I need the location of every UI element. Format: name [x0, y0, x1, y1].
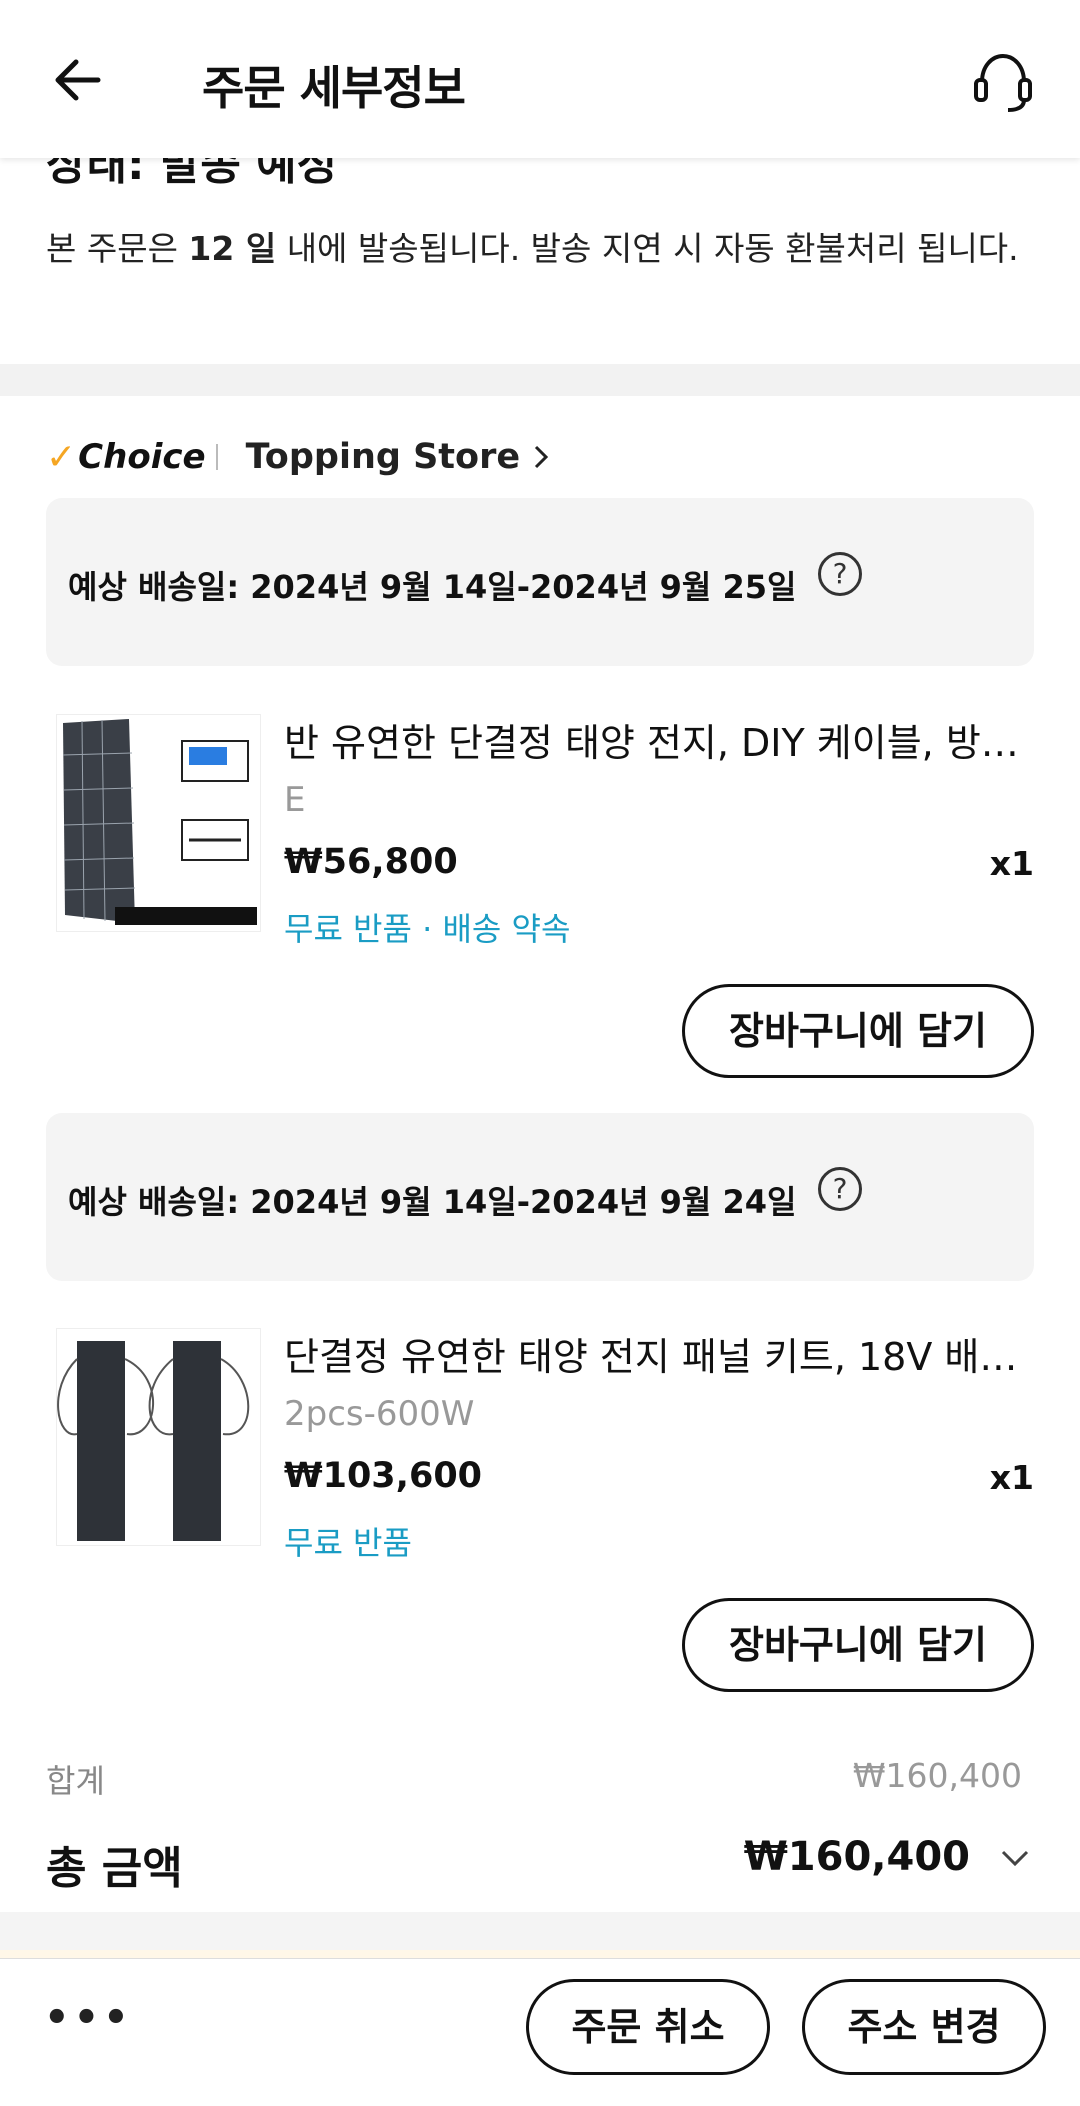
bottom-action-bar: ••• 주문 취소 주소 변경	[0, 1958, 1080, 2106]
chevron-down-icon[interactable]	[998, 1846, 1032, 1870]
shipping-estimate: 예상 배송일: 2024년 9월 14일-2024년 9월 25일	[68, 568, 797, 606]
arrow-left-icon[interactable]	[50, 50, 110, 110]
status-description: 본 주문은 12 일 내에 발송됩니다. 발송 지연 시 자동 환불처리 됩니다…	[46, 218, 1026, 280]
divider	[215, 444, 218, 470]
product-price: ₩56,800	[284, 842, 458, 882]
shipping-estimate: 예상 배송일: 2024년 9월 14일-2024년 9월 24일	[68, 1183, 797, 1221]
change-address-button[interactable]: 주소 변경	[802, 1979, 1046, 2075]
product-benefits: 무료 반품	[284, 1524, 412, 1562]
section-divider	[0, 1912, 1080, 1950]
check-icon: ✓	[46, 436, 77, 478]
product-benefits: 무료 반품 · 배송 약속	[284, 910, 571, 948]
product-title[interactable]: 반 유연한 단결정 태양 전지, DIY 케이블, 방수 커넥터	[284, 712, 1034, 767]
status-section: 상태: 발송 예정	[0, 158, 1080, 188]
product-variant: E	[284, 780, 306, 820]
product-quantity: x1	[989, 1458, 1034, 1497]
shipping-estimate-box: 예상 배송일: 2024년 9월 14일-2024년 9월 24일 ?	[46, 1113, 1034, 1281]
product-image[interactable]	[56, 714, 261, 932]
choice-label: Choice	[78, 437, 206, 477]
status-days: 12 일	[188, 229, 277, 268]
choice-badge: ✓ Choice	[46, 437, 206, 478]
total-value[interactable]: ₩160,400	[744, 1834, 970, 1880]
product-variant: 2pcs-600W	[284, 1394, 475, 1434]
product-title[interactable]: 단결정 유연한 태양 전지 패널 키트, 18V 배터리 충전	[284, 1326, 1034, 1381]
store-row[interactable]: ✓ Choice Topping Store	[46, 432, 552, 482]
status-title: 상태: 발송 예정	[46, 158, 338, 188]
subtotal-label: 합계	[46, 1762, 105, 1800]
total-label: 총 금액	[46, 1843, 183, 1894]
top-app-bar: 주문 세부정보	[0, 0, 1080, 158]
subtotal-value: ₩160,400	[852, 1756, 1022, 1795]
help-icon[interactable]: ?	[818, 1167, 862, 1211]
status-desc-prefix: 본 주문은	[46, 229, 189, 268]
help-icon[interactable]: ?	[818, 552, 862, 596]
shipping-estimate-box: 예상 배송일: 2024년 9월 14일-2024년 9월 25일 ?	[46, 498, 1034, 666]
page-title: 주문 세부정보	[202, 61, 466, 115]
product-image[interactable]	[56, 1328, 261, 1546]
store-name[interactable]: Topping Store	[246, 437, 521, 477]
section-divider	[0, 364, 1080, 396]
more-options-icon[interactable]: •••	[44, 1995, 133, 2041]
chevron-right-icon	[535, 445, 549, 469]
status-desc-suffix: 내에 발송됩니다. 발송 지연 시 자동 환불처리 됩니다.	[276, 229, 1019, 268]
cancel-order-button[interactable]: 주문 취소	[526, 1979, 770, 2075]
product-quantity: x1	[989, 844, 1034, 883]
product-price: ₩103,600	[284, 1456, 483, 1496]
add-to-cart-button[interactable]: 장바구니에 담기	[682, 984, 1034, 1078]
add-to-cart-button[interactable]: 장바구니에 담기	[682, 1598, 1034, 1692]
headset-icon[interactable]	[968, 46, 1038, 116]
